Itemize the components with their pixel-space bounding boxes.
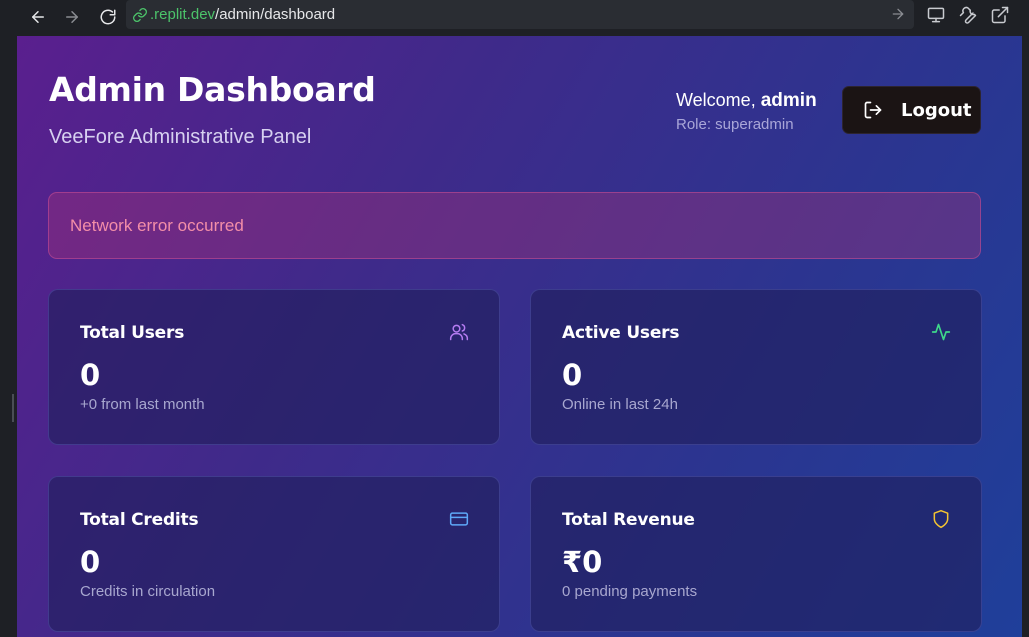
url-domain: .replit.dev (150, 6, 216, 23)
stat-label: Total Users (80, 323, 185, 343)
credit-card-icon (449, 509, 469, 529)
stat-card-total-users: Total Users 0 +0 from last month (48, 289, 500, 445)
stat-subtext: 0 pending payments (562, 583, 698, 600)
right-edge (1022, 36, 1029, 637)
activity-icon (931, 322, 951, 342)
open-new-tab-button[interactable] (990, 5, 1010, 25)
arrow-left-icon (32, 11, 44, 23)
welcome-text: Welcome, admin (676, 90, 817, 112)
stat-card-active-users: Active Users 0 Online in last 24h (530, 289, 982, 445)
stat-value: 0 (80, 358, 101, 392)
logout-icon (864, 101, 882, 119)
browser-toolbar: .replit.dev/admin/dashboard (0, 0, 1029, 36)
welcome-prefix: Welcome, (676, 90, 756, 110)
stat-label: Total Revenue (562, 510, 695, 530)
stat-value: 0 (562, 358, 583, 392)
users-icon (449, 322, 469, 342)
external-link-icon (991, 6, 1009, 24)
username: admin (760, 90, 817, 111)
page-title: Admin Dashboard (49, 70, 376, 109)
reload-icon (100, 9, 116, 25)
logout-button[interactable]: Logout (842, 86, 981, 134)
device-preview-button[interactable] (926, 5, 946, 25)
shield-icon (931, 509, 951, 529)
logout-label: Logout (901, 99, 972, 121)
stat-subtext: Credits in circulation (80, 583, 216, 600)
side-panel-edge (0, 36, 17, 637)
stat-card-total-credits: Total Credits 0 Credits in circulation (48, 476, 500, 632)
stat-label: Active Users (562, 323, 680, 343)
stat-value: 0 (80, 545, 101, 579)
url-text: .replit.dev/admin/dashboard (150, 6, 335, 23)
stat-subtext: +0 from last month (80, 396, 205, 413)
page-subtitle: VeeFore Administrative Panel (49, 126, 312, 148)
error-message: Network error occurred (70, 215, 244, 235)
stat-subtext: Online in last 24h (562, 396, 678, 413)
url-path: /admin/dashboard (215, 6, 336, 23)
reload-button[interactable] (95, 4, 121, 30)
resize-handle[interactable] (12, 394, 14, 422)
user-role: Role: superadmin (676, 116, 794, 133)
back-button[interactable] (25, 4, 51, 30)
error-alert: Network error occurred (48, 192, 981, 259)
stat-label: Total Credits (80, 510, 199, 530)
monitor-icon (927, 7, 945, 23)
forward-button[interactable] (59, 4, 85, 30)
devtools-button[interactable] (958, 5, 978, 25)
page-viewport: Admin Dashboard VeeFore Administrative P… (17, 36, 1022, 637)
go-arrow-icon[interactable] (890, 6, 906, 22)
stat-value: ₹0 (562, 545, 603, 579)
address-bar[interactable]: .replit.dev/admin/dashboard (126, 0, 914, 29)
wrench-icon (959, 6, 977, 24)
arrow-right-icon (66, 11, 78, 23)
stat-card-total-revenue: Total Revenue ₹0 0 pending payments (530, 476, 982, 632)
link-icon (133, 7, 147, 22)
